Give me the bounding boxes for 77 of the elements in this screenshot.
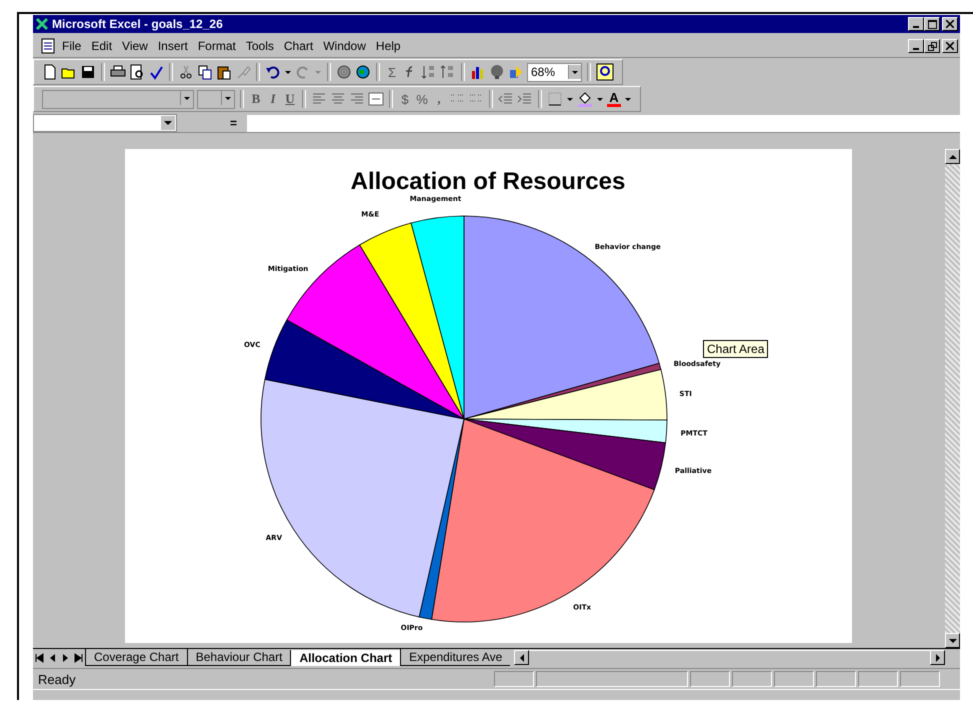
restore-icon [928,42,936,50]
menu-item[interactable]: Chart [278,37,318,55]
name-box[interactable] [33,114,177,132]
menu-item[interactable]: Format [192,37,241,55]
arrow-left-icon [518,654,525,662]
vertical-scrollbar[interactable] [945,149,960,648]
close-button[interactable] [942,39,958,53]
menu-item[interactable]: File [57,37,86,55]
tooltip: Chart Area [703,340,768,358]
percent-button[interactable]: % [415,92,429,106]
formula-field[interactable] [247,114,960,132]
sheet-tab[interactable]: Coverage Chart [85,649,187,666]
currency-button[interactable]: $ [398,92,412,106]
dropdown-caret-icon [568,65,581,79]
spelling-check-icon[interactable] [148,64,164,80]
autosum-button[interactable]: Σ [385,64,399,80]
menu-item[interactable]: Window [318,37,371,55]
status-text: Ready [37,672,76,686]
status-panel [774,671,814,687]
borders-icon[interactable] [547,91,563,107]
close-button[interactable] [942,17,958,31]
paint-bucket-icon[interactable] [577,91,593,107]
close-icon [946,42,954,50]
minimize-button[interactable] [908,17,924,31]
workbook-icon[interactable] [39,38,57,54]
minimize-button[interactable] [908,39,924,53]
status-panel [494,671,534,687]
zoom-field[interactable]: 68% [527,62,582,82]
undo-icon[interactable] [265,64,281,80]
shapes-icon[interactable] [508,64,524,80]
save-icon[interactable] [80,64,96,80]
formula-equals[interactable]: = [177,116,247,130]
print-preview-icon[interactable] [129,64,145,80]
arrow-up-icon [948,154,956,160]
sort-descending-icon[interactable] [440,64,456,80]
restore-button[interactable] [924,39,940,53]
dropdown-caret-icon [161,116,175,130]
merge-center-icon[interactable] [368,91,384,107]
window-title: Microsoft Excel - goals_12_26 [52,17,223,31]
status-panel [816,671,856,687]
maximize-button[interactable] [924,17,940,31]
status-panel [690,671,730,687]
maximize-icon [928,20,936,28]
new-file-icon[interactable] [42,64,58,80]
comma-button[interactable]: , [432,91,446,107]
menu-item[interactable]: Insert [152,37,193,55]
paste-icon[interactable] [216,64,232,80]
font-name-field[interactable] [42,90,194,108]
font-color-button[interactable]: A [607,91,621,107]
chart-title: Allocation of Resources [350,168,626,195]
arrow-down-icon [948,638,956,644]
last-sheet-icon[interactable] [72,650,85,664]
bar-chart-icon[interactable] [470,64,486,80]
first-sheet-icon[interactable] [33,650,46,664]
status-panel [900,671,940,687]
italic-button[interactable]: I [266,91,280,107]
app-icon [35,17,49,31]
bold-button[interactable]: B [249,91,263,107]
underline-button[interactable]: U [283,91,297,107]
menu-item[interactable]: Help [370,37,406,55]
help-icon[interactable] [596,63,614,81]
menu-item[interactable]: View [117,37,153,55]
scissors-icon[interactable] [178,64,194,80]
sort-ascending-icon[interactable] [421,64,437,80]
arrow-right-icon [934,654,940,662]
status-panel [858,671,898,687]
status-panel [732,671,772,687]
menu-item[interactable]: Tools [240,37,279,55]
sheet-tab[interactable]: Expenditures Ave [400,649,510,666]
dropdown-caret-icon [180,90,193,104]
font-size-field[interactable] [197,90,235,108]
horizontal-scrollbar[interactable] [514,650,945,665]
dropdown-caret-icon [221,90,234,104]
close-icon [946,20,954,28]
copy-icon[interactable] [197,64,213,80]
sheet-tab[interactable]: Allocation Chart [290,650,400,666]
menu-item[interactable]: Edit [86,37,118,55]
